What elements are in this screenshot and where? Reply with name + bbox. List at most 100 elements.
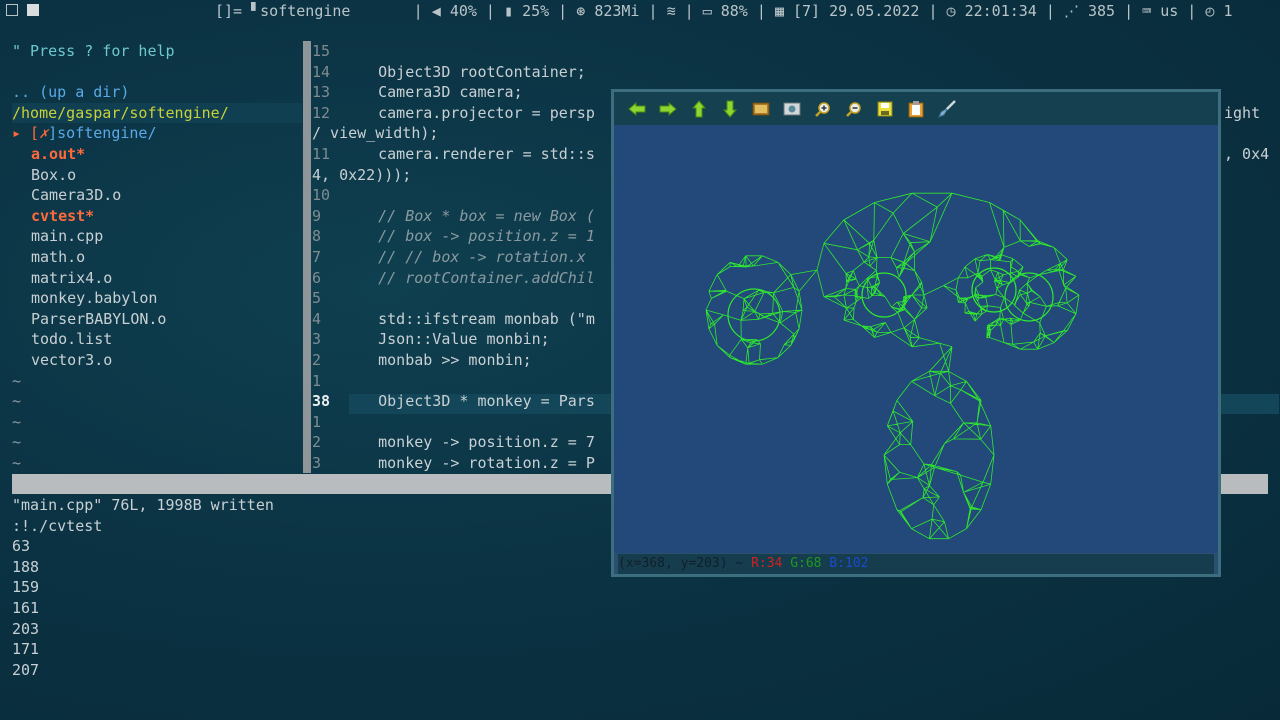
output-line: 188 <box>12 557 40 576</box>
line-number: 15 <box>312 42 331 60</box>
code-text: Object3D rootContainer; <box>342 62 586 81</box>
tilde-line: ~ <box>12 412 22 431</box>
code-line: 1 <box>312 371 342 392</box>
code-line: 12 camera.projector = persp <box>312 103 595 124</box>
file-item[interactable]: monkey.babylon <box>12 288 302 309</box>
file-item[interactable]: main.cpp <box>12 226 302 247</box>
code-line: 2 monkey -> position.z = 7 <box>312 432 595 453</box>
line-number: 3 <box>312 454 322 472</box>
file-item[interactable]: Camera3D.o <box>12 185 302 206</box>
zoom-out-icon[interactable] <box>845 100 863 118</box>
tilde-line: ~ <box>12 453 22 472</box>
nerdtree-pane[interactable]: " Press ? for help .. (up a dir) /home/g… <box>12 41 302 473</box>
brightness-value: 25% <box>522 2 550 20</box>
code-text: Object3D * monkey = Pars <box>342 392 595 411</box>
file-item[interactable]: a.out* <box>12 144 302 165</box>
file-item[interactable]: ParserBABYLON.o <box>12 309 302 330</box>
calendar-icon: ▦ <box>774 2 784 20</box>
red-value: R:34 <box>751 556 783 571</box>
line-number: 6 <box>312 268 322 287</box>
up-dir-link[interactable]: .. (up a dir) <box>12 82 302 103</box>
line-number: 14 <box>312 62 331 81</box>
keyboard-layout: us <box>1160 2 1179 20</box>
wireframe-ring <box>861 272 907 318</box>
code-line: 3 Json::Value monbin; <box>312 329 550 350</box>
help-hint: " Press ? for help <box>12 42 175 60</box>
code-line: 2 monbab >> monbin; <box>312 350 532 371</box>
file-list: a.out* Box.o Camera3D.o cvtest* main.cpp math… <box>12 144 302 371</box>
output-line: 63 <box>12 537 31 556</box>
arrow-up-icon[interactable] <box>690 100 708 118</box>
date-value: [7] 29.05.2022 <box>793 2 920 20</box>
line-number: 5 <box>312 289 322 308</box>
line-number: 2 <box>312 351 322 369</box>
output-line: 207 <box>12 660 40 679</box>
line-number: 2 <box>312 433 322 452</box>
layout-indicator[interactable]: []= <box>215 2 242 20</box>
output-line: 159 <box>12 578 40 597</box>
arrow-left-icon[interactable] <box>628 100 646 118</box>
vertical-split-divider[interactable] <box>303 41 311 473</box>
file-item[interactable]: math.o <box>12 247 302 268</box>
zoom-in-icon[interactable] <box>814 100 832 118</box>
wireframe-mesh <box>705 192 1080 540</box>
photo-icon[interactable] <box>783 100 801 118</box>
file-item[interactable]: Box.o <box>12 165 302 186</box>
arrow-right-icon[interactable] <box>659 100 677 118</box>
tilde-line: ~ <box>12 392 22 411</box>
save-icon[interactable] <box>876 100 894 118</box>
line-number: 10 <box>312 186 331 205</box>
command-output: 63 188 159 161 203 171 207 <box>12 536 274 680</box>
image-icon[interactable] <box>752 100 770 118</box>
code-line: 38 Object3D * monkey = Pars <box>312 391 595 412</box>
brush-icon[interactable] <box>938 100 956 118</box>
output-line: 171 <box>12 640 40 659</box>
file-item[interactable]: matrix4.o <box>12 268 302 289</box>
code-text: Json::Value monbin; <box>342 330 550 349</box>
line-number: 1 <box>312 371 322 390</box>
line-number: 38 <box>312 392 331 411</box>
line-number: 11 <box>312 145 331 163</box>
volume-icon: ◀ <box>431 2 441 20</box>
code-text: camera.renderer = std::s <box>342 145 595 163</box>
root-directory[interactable]: ▸ [✗]softengine/ <box>12 123 302 144</box>
green-value: G:68 <box>790 556 822 571</box>
workspace-indicator-empty[interactable] <box>6 4 18 16</box>
code-text: camera.projector = persp <box>342 103 595 122</box>
clock-icon: ◷ <box>946 2 956 20</box>
code-line: 6 // rootContainer.addChil <box>312 268 595 289</box>
code-line: / view_width); <box>312 123 438 144</box>
code-text: // Box * box = new Box ( <box>342 206 595 225</box>
image-canvas[interactable] <box>614 125 1218 553</box>
command-area[interactable]: "main.cpp" 76L, 1998B written :!./cvtest… <box>12 495 274 680</box>
root-name: ]softengine/ <box>48 124 157 143</box>
code-text: / view_width); <box>312 124 439 143</box>
tilde-line: ~ <box>12 371 22 390</box>
code-text-overflow: ight <box>1224 103 1261 122</box>
file-item[interactable]: todo.list <box>12 329 302 350</box>
write-message: "main.cpp" 76L, 1998B written <box>12 496 274 514</box>
file-item[interactable]: cvtest* <box>12 206 302 227</box>
code-text: 4, 0x22))); <box>312 165 412 184</box>
timer-icon: ◴ <box>1205 2 1215 20</box>
workspace-indicator-active[interactable] <box>27 4 39 16</box>
file-item[interactable]: vector3.o <box>12 350 302 371</box>
code-line: 4 std::ifstream monbab ("m <box>312 309 595 330</box>
image-viewer-window[interactable]: (x=368, y=203) ~ R:34 G:68 B:102 <box>611 89 1221 577</box>
pixel-coordinates: (x=368, y=203) ~ <box>618 556 752 571</box>
code-line: 11 camera.renderer = std::s <box>312 144 595 165</box>
time-value: 22:01:34 <box>964 2 1037 20</box>
battery-value: 88% <box>720 2 748 20</box>
rss-icon: ⋰ <box>1063 2 1079 20</box>
window-title: softengine <box>260 2 351 20</box>
code-line: 4, 0x22))); <box>312 165 411 186</box>
viewer-statusbar: (x=368, y=203) ~ R:34 G:68 B:102 <box>618 554 1214 574</box>
clipboard-icon[interactable] <box>907 100 925 118</box>
arrow-down-icon[interactable] <box>721 100 739 118</box>
system-status: []= ▘softengine | ◀ 40% | ▮ 25% | ⊛ 823M… <box>215 2 1233 20</box>
current-path[interactable]: /home/gaspar/softengine/ <box>12 102 302 124</box>
feed-count: 385 <box>1087 2 1116 20</box>
line-number: 8 <box>312 227 322 246</box>
battery-icon: ▭ <box>702 2 712 20</box>
wireframe-monkey-image <box>705 192 1080 540</box>
